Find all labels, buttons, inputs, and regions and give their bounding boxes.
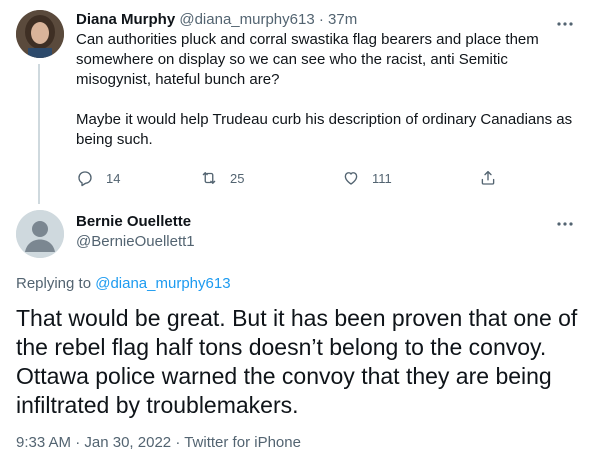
default-avatar-icon [16,210,64,258]
parent-tweet-body: Diana Murphy @diana_murphy613 · 37m Can … [76,10,576,170]
reply-icon [78,171,92,187]
retweet-button[interactable]: 25 [200,166,244,190]
tweet-metadata: 9:33 AM · Jan 30, 2022 · Twitter for iPh… [16,433,301,453]
avatar[interactable] [16,10,64,58]
reply-button[interactable]: 14 [76,166,120,190]
like-count: 111 [372,170,392,186]
timestamp[interactable]: 37m [328,11,357,28]
avatar-photo [16,10,64,58]
more-icon[interactable] [553,14,577,34]
retweet-icon [202,172,216,184]
user-handle[interactable]: @BernieOuellett1 [76,232,195,252]
tweet-date[interactable]: Jan 30, 2022 [84,434,171,451]
avatar[interactable] [16,210,64,258]
retweet-count: 25 [230,170,245,186]
separator: · [318,11,324,28]
reply-tweet-text: That would be great. But it has been pro… [16,305,578,418]
display-name[interactable]: Bernie Ouellette [76,212,195,232]
separator: · [175,434,181,451]
like-icon [344,172,358,185]
tweet-header: Diana Murphy @diana_murphy613 · 37m [76,10,576,30]
replying-to-label: Replying to [16,275,92,292]
parent-tweet[interactable]: Diana Murphy @diana_murphy613 · 37m Can … [0,0,593,204]
more-icon[interactable] [553,214,577,234]
tweet-actions: 14 25 111 [76,166,516,190]
tweet-source[interactable]: Twitter for iPhone [184,434,301,451]
separator: · [75,434,81,451]
share-icon [481,170,495,185]
tweet-time[interactable]: 9:33 AM [16,434,71,451]
replying-to-line: Replying to @diana_murphy613 [16,274,231,294]
reply-tweet-header: Bernie Ouellette @BernieOuellett1 [76,212,195,252]
like-button[interactable]: 111 [342,166,392,190]
thread-connector-line [38,64,40,204]
mention-link[interactable]: @diana_murphy613 [95,275,230,292]
tweet-text-paragraph-2: Maybe it would help Trudeau curb his des… [76,111,573,148]
user-handle[interactable]: @diana_murphy613 [179,11,314,28]
display-name[interactable]: Diana Murphy [76,11,175,28]
tweet-text: Can authorities pluck and corral swastik… [76,30,576,150]
reply-count: 14 [106,170,121,186]
tweet-text-paragraph-1: Can authorities pluck and corral swastik… [76,31,539,88]
share-button[interactable] [479,166,509,190]
